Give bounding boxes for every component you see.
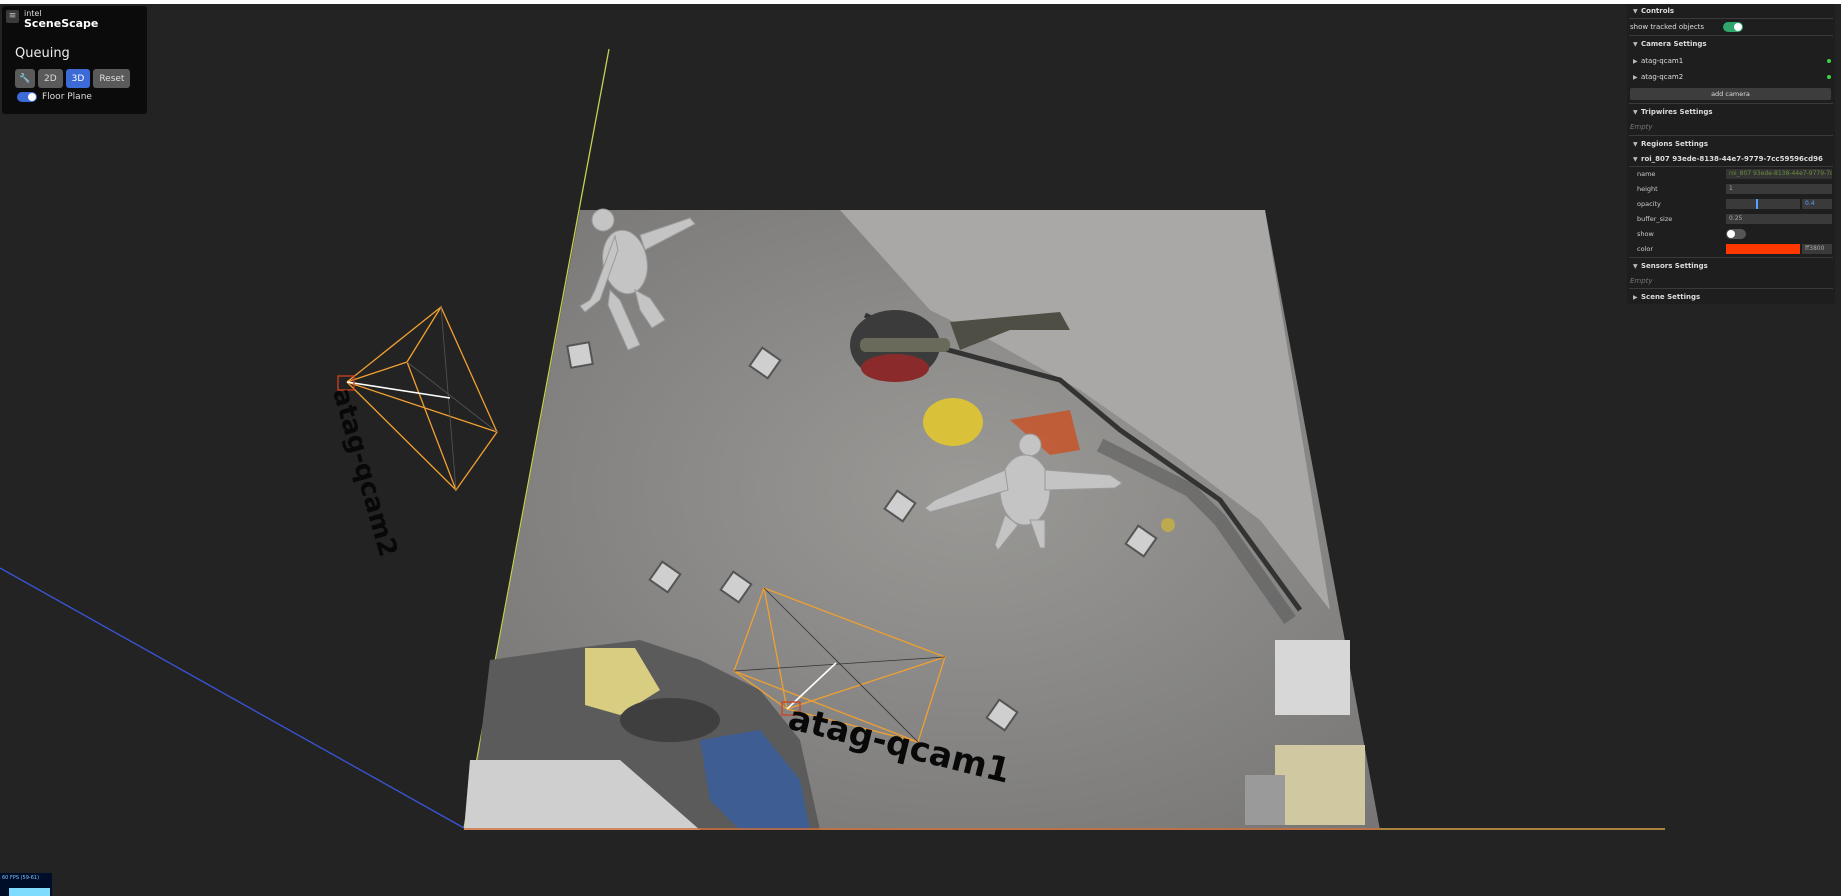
region-opacity-label: opacity bbox=[1637, 200, 1661, 208]
divider bbox=[1629, 288, 1833, 289]
camera-name: atag-qcam1 bbox=[1641, 57, 1684, 65]
chevron-down-icon: ▼ bbox=[1633, 108, 1638, 116]
region-show-label: show bbox=[1637, 230, 1654, 238]
camera-settings-title: Camera Settings bbox=[1641, 40, 1707, 48]
reset-view-button[interactable]: Reset bbox=[93, 69, 131, 88]
sensors-title: Sensors Settings bbox=[1641, 262, 1708, 270]
view-3d-button[interactable]: 3D bbox=[65, 69, 91, 88]
scene-header-panel: ≡ intel SceneScape Queuing 🔧 2D 3D Reset… bbox=[2, 6, 147, 114]
region-buffer-field[interactable]: 0.25 bbox=[1726, 214, 1832, 224]
region-name-label: name bbox=[1637, 170, 1656, 178]
scene-settings-title: Scene Settings bbox=[1641, 293, 1701, 301]
fps-graph bbox=[9, 888, 50, 896]
region-buffer-label: buffer_size bbox=[1637, 215, 1673, 223]
controls-title: Controls bbox=[1641, 7, 1675, 15]
region-color-value[interactable]: ff3800 bbox=[1802, 244, 1832, 254]
divider bbox=[1629, 35, 1833, 36]
controls-panel: ▼ Controls show tracked objects ▼ Camera… bbox=[1627, 4, 1835, 304]
z-axis-line bbox=[0, 567, 465, 829]
divider bbox=[1629, 166, 1833, 167]
camera-name: atag-qcam2 bbox=[1641, 73, 1684, 81]
status-dot-online bbox=[1827, 75, 1831, 79]
tripwires-empty: Empty bbox=[1630, 123, 1653, 131]
sensors-settings-header[interactable]: ▼ Sensors Settings bbox=[1627, 259, 1835, 273]
sensors-empty: Empty bbox=[1630, 277, 1653, 285]
region-show-toggle[interactable] bbox=[1726, 229, 1746, 239]
camera-settings-header[interactable]: ▼ Camera Settings bbox=[1627, 37, 1835, 51]
tripwires-title: Tripwires Settings bbox=[1641, 108, 1713, 116]
region-title: roi_807 93ede-8138-44e7-9779-7cc59596cd9… bbox=[1641, 155, 1823, 163]
region-height-label: height bbox=[1637, 185, 1658, 193]
show-tracked-label: show tracked objects bbox=[1630, 23, 1705, 31]
divider bbox=[1629, 18, 1833, 19]
region-marker-yellow[interactable] bbox=[923, 398, 983, 446]
divider bbox=[1629, 103, 1833, 104]
region-color-label: color bbox=[1637, 245, 1654, 253]
fps-stats-panel[interactable]: 60 FPS (59-61) bbox=[0, 873, 52, 896]
divider bbox=[1629, 257, 1833, 258]
chevron-right-icon: ▶ bbox=[1633, 73, 1638, 81]
chevron-down-icon: ▼ bbox=[1633, 40, 1638, 48]
divider bbox=[1629, 135, 1833, 136]
show-tracked-row: show tracked objects bbox=[1627, 20, 1835, 34]
controls-section-header[interactable]: ▼ Controls bbox=[1627, 4, 1835, 18]
floor-plane-toggle[interactable] bbox=[17, 92, 37, 102]
camera-item-atag-qcam2[interactable]: ▶ atag-qcam2 bbox=[1627, 70, 1835, 84]
region-item-header[interactable]: ▼ roi_807 93ede-8138-44e7-9779-7cc59596c… bbox=[1627, 152, 1835, 166]
chevron-right-icon: ▶ bbox=[1633, 293, 1638, 301]
view-mode-buttons: 🔧 2D 3D Reset bbox=[15, 69, 131, 88]
fps-readout: 60 FPS (59-61) bbox=[2, 875, 40, 881]
region-height-field[interactable]: 1 bbox=[1726, 184, 1832, 194]
opacity-slider-fill bbox=[1726, 199, 1756, 209]
region-name-field[interactable]: roi_807 93ede-8138-44e7-9779-7cc5959 bbox=[1726, 169, 1832, 179]
region-opacity-slider[interactable] bbox=[1726, 199, 1800, 209]
camera-item-atag-qcam1[interactable]: ▶ atag-qcam1 bbox=[1627, 54, 1835, 68]
chevron-down-icon: ▼ bbox=[1633, 155, 1638, 163]
region-marker-small bbox=[1161, 518, 1175, 532]
regions-settings-header[interactable]: ▼ Regions Settings bbox=[1627, 137, 1835, 151]
status-dot-online bbox=[1827, 59, 1831, 63]
tripwires-settings-header[interactable]: ▼ Tripwires Settings bbox=[1627, 105, 1835, 119]
wrench-icon[interactable]: 🔧 bbox=[15, 69, 35, 88]
add-camera-button[interactable]: add camera bbox=[1630, 88, 1831, 100]
scene-settings-header[interactable]: ▶ Scene Settings bbox=[1627, 290, 1835, 304]
scene-title: Queuing bbox=[15, 46, 70, 61]
region-opacity-value[interactable]: 0.4 bbox=[1802, 199, 1832, 209]
chevron-down-icon: ▼ bbox=[1633, 262, 1638, 270]
floor-plane-label: Floor Plane bbox=[42, 92, 92, 102]
view-2d-button[interactable]: 2D bbox=[38, 69, 63, 88]
floor-plane-toggle-row: Floor Plane bbox=[17, 92, 92, 102]
chevron-right-icon: ▶ bbox=[1633, 57, 1638, 65]
brand-logo[interactable]: SceneScape bbox=[24, 17, 98, 30]
show-tracked-toggle[interactable] bbox=[1723, 22, 1743, 32]
chevron-down-icon: ▼ bbox=[1633, 140, 1638, 148]
chevron-down-icon: ▼ bbox=[1633, 7, 1638, 15]
menu-icon[interactable]: ≡ bbox=[6, 10, 19, 23]
opacity-slider-handle[interactable] bbox=[1756, 199, 1758, 209]
region-color-swatch[interactable] bbox=[1726, 244, 1800, 254]
regions-title: Regions Settings bbox=[1641, 140, 1708, 148]
